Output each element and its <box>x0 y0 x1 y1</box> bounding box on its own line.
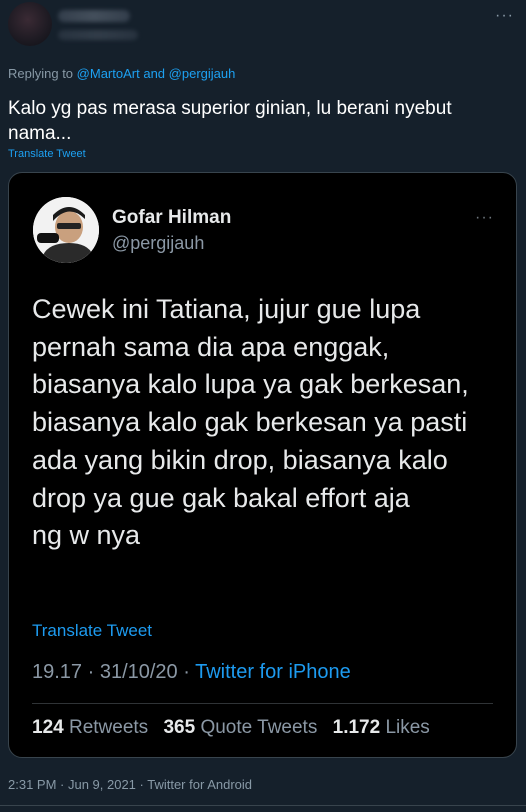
author-avatar[interactable] <box>8 2 52 46</box>
mention-martoart[interactable]: @MartoArt <box>77 66 140 81</box>
quote-tweets-count: 365 <box>163 717 196 738</box>
embedded-stats: 124 Retweets 365 Quote Tweets 1.172 Like… <box>32 717 430 739</box>
embedded-source: Twitter for iPhone <box>195 661 351 683</box>
replying-prefix: Replying to <box>8 66 74 81</box>
tweet-text: Kalo yg pas merasa superior ginian, lu b… <box>8 98 452 144</box>
quote-tweets-label: Quote Tweets <box>200 717 318 738</box>
embedded-tweet-text: Cewek ini Tatiana, jujur gue lupa pernah… <box>32 294 469 551</box>
more-options-icon[interactable]: ··· <box>495 8 514 24</box>
mention-and: and <box>143 66 166 81</box>
replying-to-line: Replying to @MartoArt and @pergijauh <box>8 66 235 81</box>
mention-pergijauh[interactable]: @pergijauh <box>169 66 236 81</box>
embedded-more-icon: ··· <box>475 209 494 226</box>
embedded-author-name: Gofar Hilman <box>112 207 232 228</box>
embedded-time: 19.17 · 31/10/20 · <box>32 661 196 683</box>
author-name-redacted[interactable] <box>58 10 130 22</box>
embedded-author-avatar <box>33 197 99 263</box>
embedded-timestamp: 19.17 · 31/10/20 · Twitter for iPhone <box>32 661 351 684</box>
tweet-timestamp[interactable]: 2:31 PM · Jun 9, 2021 · Twitter for Andr… <box>8 777 252 792</box>
embedded-author-handle: @pergijauh <box>112 233 205 253</box>
embedded-translate-label: Translate Tweet <box>32 621 153 640</box>
likes-label: Likes <box>385 717 430 738</box>
embedded-divider <box>32 703 493 704</box>
likes-count: 1.172 <box>332 717 381 738</box>
translate-tweet-link[interactable]: Translate Tweet <box>8 148 86 160</box>
retweets-label: Retweets <box>68 717 149 738</box>
divider <box>0 805 526 806</box>
retweets-count: 124 <box>32 717 64 738</box>
embedded-tweet-image[interactable]: Gofar Hilman @pergijauh ··· Cewek ini Ta… <box>8 172 517 758</box>
author-handle-redacted[interactable] <box>58 30 138 40</box>
